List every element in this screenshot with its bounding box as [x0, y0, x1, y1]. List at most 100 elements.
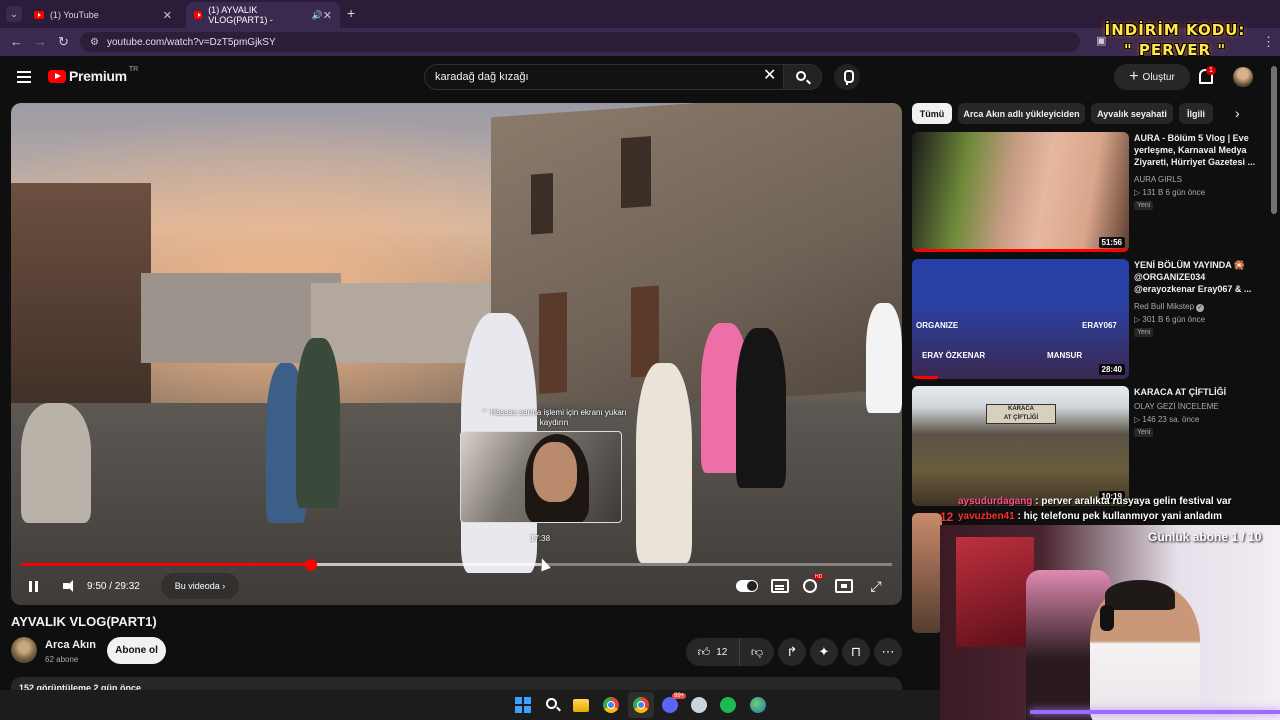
chat-text: : perver aralıkta rusyaya gelin festival…	[1032, 496, 1232, 507]
back-arrow-icon[interactable]: ←	[10, 34, 23, 49]
recommended-title[interactable]: YENİ BÖLÜM YAYINDA 🎇 @ORGANIZE034 @erayo…	[1134, 259, 1256, 295]
subtitles-icon[interactable]	[771, 579, 789, 593]
ask-ai-button[interactable]: ✦	[810, 638, 838, 666]
plus-icon: +	[1129, 68, 1139, 85]
discord-icon[interactable]	[662, 697, 678, 713]
logo-country: TR	[128, 65, 139, 73]
voice-search-button[interactable]	[834, 64, 860, 90]
chip-related[interactable]: İlgili	[1179, 103, 1213, 124]
thumbnail-overlay-text: MANSUR	[1047, 351, 1083, 360]
browser-tab-youtube[interactable]: (1) YouTube ✕	[26, 2, 180, 28]
recommended-video[interactable]: ORGANIZE ERAY067 ERAY ÖZKENAR MANSUR 28:…	[912, 259, 1262, 379]
chip-ayvalik-travel[interactable]: Ayvalık seyahati	[1091, 103, 1173, 124]
globe-icon[interactable]	[750, 697, 766, 713]
new-badge: Yeni	[1134, 328, 1154, 337]
windows-taskbar	[0, 690, 940, 720]
pause-icon-bar	[34, 580, 38, 592]
chapters-button[interactable]: Bu videoda ›	[161, 573, 239, 599]
share-button[interactable]: ↱	[778, 638, 806, 666]
video-frame-stone-building	[491, 103, 902, 418]
pause-button[interactable]	[21, 573, 45, 599]
youtube-premium-logo[interactable]: Premium TR	[48, 65, 139, 84]
recommended-meta: ▷ 146 23 sa. önce	[1134, 415, 1200, 424]
search-input[interactable]: karadağ dağ kızağı	[424, 64, 784, 90]
steam-icon[interactable]	[691, 697, 707, 713]
clear-search-icon[interactable]: ✕	[763, 68, 776, 84]
recommended-title[interactable]: KARACA AT ÇİFTLİĞİ	[1134, 386, 1256, 398]
fullscreen-icon[interactable]: ⤢	[867, 579, 885, 593]
preview-person-face	[533, 442, 577, 502]
chat-message: 12 yavuzben41 : hiç telefonu pek kullanmı…	[940, 509, 1278, 524]
close-tab-icon[interactable]: ✕	[163, 9, 172, 22]
recommended-channel[interactable]: AURA GIRLS	[1134, 175, 1182, 184]
speaker-icon	[63, 580, 73, 592]
volume-button[interactable]	[55, 573, 77, 599]
spotify-icon[interactable]	[720, 697, 736, 713]
youtube-favicon-icon	[194, 11, 203, 19]
recommended-meta: ▷ 131 B 6 gün önce	[1134, 188, 1206, 197]
thumbnail-overlay-text: ORGANIZE	[916, 321, 959, 330]
video-thumbnail[interactable]: 51:56	[912, 132, 1129, 252]
file-explorer-icon[interactable]	[573, 699, 589, 712]
new-tab-button[interactable]: +	[347, 5, 355, 21]
reload-icon[interactable]: ↻	[58, 34, 69, 50]
subscribe-button[interactable]: Abone ol	[107, 637, 166, 664]
site-info-icon[interactable]: ⚙	[90, 37, 99, 48]
save-button[interactable]: ⊓	[842, 638, 870, 666]
channel-name[interactable]: Arca Akın	[45, 639, 96, 651]
settings-gear-icon[interactable]	[803, 574, 824, 593]
chevron-right-icon[interactable]: ›	[1235, 105, 1240, 121]
thumbs-up-icon: 👍︎	[697, 644, 711, 659]
duration-badge: 28:40	[1098, 364, 1125, 375]
search-icon[interactable]	[545, 697, 561, 713]
goal-count: 12	[940, 510, 954, 524]
video-thumbnail[interactable]: KARACA AT ÇİFTLİĞİ 10:19	[912, 386, 1129, 506]
autoplay-toggle[interactable]	[736, 580, 758, 592]
address-bar[interactable]: ⚙ youtube.com/watch?v=DzT5pmGjkSY	[80, 32, 1080, 52]
recommended-video[interactable]: 51:56 AURA - Bölüm 5 Vlog | Eve yerleşme…	[912, 132, 1262, 252]
chip-all[interactable]: Tümü	[912, 103, 952, 124]
close-tab-icon[interactable]: ✕	[323, 9, 332, 22]
chip-from-uploader[interactable]: Arca Akın adlı yükleyiciden	[958, 103, 1085, 124]
video-thumbnail[interactable]: ORGANIZE ERAY067 ERAY ÖZKENAR MANSUR 28:…	[912, 259, 1129, 379]
seek-preview-thumbnail	[460, 431, 622, 523]
video-frame-person	[21, 403, 91, 523]
logo-text: Premium	[69, 68, 127, 84]
like-dislike-group: 👍︎ 12 👎︎	[686, 638, 774, 666]
progress-played	[21, 563, 312, 566]
streamer-webcam	[940, 525, 1280, 720]
create-label: Oluştur	[1142, 71, 1175, 83]
hamburger-menu-icon[interactable]	[17, 71, 31, 83]
browser-tab-video[interactable]: (1) AYVALIK VLOG(PART1) - 🔊 ✕	[186, 2, 340, 28]
progress-scrubber-handle[interactable]	[305, 559, 318, 571]
channel-avatar[interactable]	[11, 637, 37, 663]
page-scrollbar[interactable]	[1271, 66, 1277, 214]
search-button[interactable]	[784, 64, 822, 90]
like-button[interactable]: 👍︎ 12	[686, 638, 740, 666]
account-avatar[interactable]	[1233, 67, 1253, 87]
recommended-title[interactable]: AURA - Bölüm 5 Vlog | Eve yerleşme, Karn…	[1134, 132, 1256, 168]
create-button[interactable]: + Oluştur	[1114, 64, 1190, 90]
browser-menu-icon[interactable]: ⋮	[1262, 34, 1275, 50]
thumbs-down-icon: 👎︎	[750, 644, 764, 659]
video-player[interactable]: ⌃ Hassas sarma işlemi için ekranı yukarı…	[11, 103, 902, 605]
watched-progress	[912, 376, 939, 379]
recommended-channel[interactable]: OLAY GEZİ İNCELEME	[1134, 402, 1219, 411]
windows-start-icon[interactable]	[515, 697, 531, 713]
dislike-button[interactable]: 👎︎	[740, 638, 774, 666]
discount-code-overlay: İNDİRİM KODU: " PERVER "	[1100, 20, 1250, 60]
chrome-icon[interactable]	[603, 697, 619, 713]
theater-mode-icon[interactable]	[835, 579, 853, 593]
youtube-header: Premium TR karadağ dağ kızağı ✕ + Oluştu…	[0, 56, 1280, 100]
recommended-video[interactable]: KARACA AT ÇİFTLİĞİ 10:19 KARACA AT ÇİFTLİ…	[912, 386, 1262, 506]
thumbnail-overlay-text: ERAY ÖZKENAR	[922, 351, 986, 360]
chrome-icon[interactable]	[633, 697, 649, 713]
forward-arrow-icon[interactable]: →	[34, 34, 47, 49]
video-title: AYVALIK VLOG(PART1)	[11, 614, 157, 629]
tab-search-icon[interactable]: ⌄	[6, 6, 22, 22]
more-actions-button[interactable]: ⋯	[874, 638, 902, 666]
recommended-channel[interactable]: Red Bull Mikstep ✓	[1134, 302, 1205, 312]
pause-icon	[28, 580, 32, 592]
audio-playing-icon[interactable]: 🔊	[312, 10, 323, 21]
video-thumbnail[interactable]	[912, 513, 942, 633]
